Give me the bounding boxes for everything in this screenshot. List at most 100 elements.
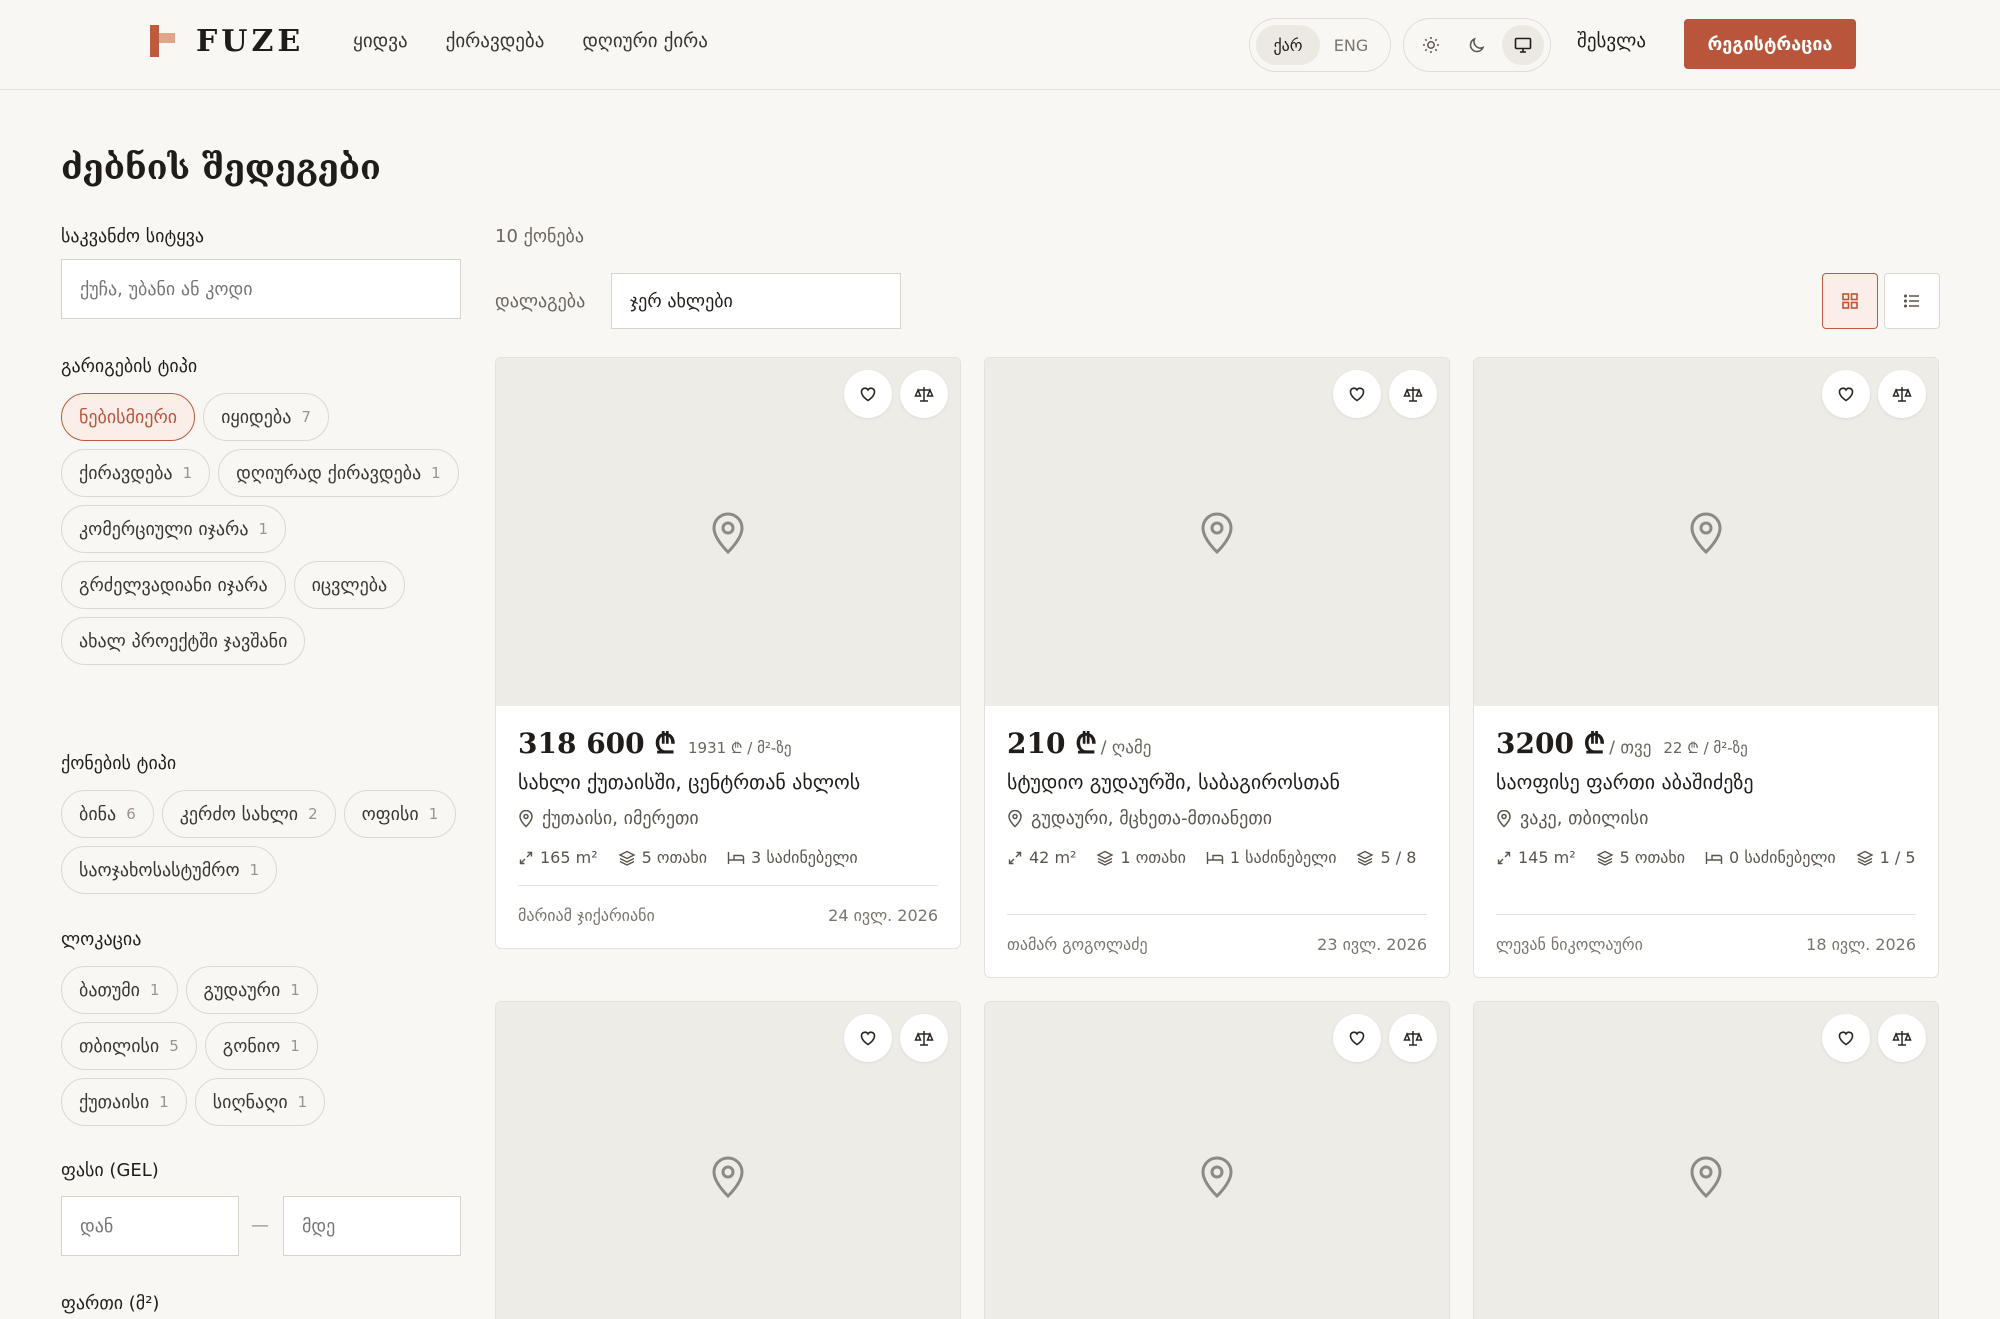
heart-icon xyxy=(1838,387,1854,402)
deal-chip-rent[interactable]: ქირავდება 1 xyxy=(61,449,211,497)
chip-label: ქირავდება xyxy=(79,462,173,484)
price-to-input[interactable] xyxy=(283,1196,461,1256)
favorite-button[interactable] xyxy=(844,370,892,418)
spec-rooms: 1 ოთახი xyxy=(1096,848,1186,867)
floors-icon xyxy=(1856,850,1874,866)
location-chip-kutaisi[interactable]: ქუთაისი 1 xyxy=(61,1078,187,1126)
spec-area: 42 m² xyxy=(1007,848,1076,867)
page-title: ძებნის შედეგები xyxy=(61,148,381,188)
deal-chip-new-project[interactable]: ახალ პროექტში ჯავშანი xyxy=(61,617,306,665)
property-card[interactable] xyxy=(495,1001,961,1319)
spec-floor: 1 / 5 xyxy=(1856,848,1916,867)
system-theme-button[interactable] xyxy=(1502,25,1544,65)
deal-type-label: გარიგების ტიპი xyxy=(61,356,198,377)
favorite-button[interactable] xyxy=(844,1014,892,1062)
property-title[interactable]: საოფისე ფართი აბაშიძეზე xyxy=(1496,770,1754,794)
nav-link-buy[interactable]: ყიდვა xyxy=(353,30,408,52)
property-photo-placeholder xyxy=(985,1002,1449,1319)
compare-button[interactable] xyxy=(1878,370,1926,418)
property-card[interactable]: 210 ₾ / ღამე სტუდიო გუდაურში, საბაგიროსთ… xyxy=(984,357,1450,978)
location-chip-batumi[interactable]: ბათუმი 1 xyxy=(61,966,178,1014)
location-chip-gonio[interactable]: გონიო 1 xyxy=(204,1022,318,1070)
spec-rooms-value: 1 ოთახი xyxy=(1120,848,1186,867)
lang-button-ka[interactable]: ქარ xyxy=(1256,25,1320,65)
deal-chip-sale[interactable]: იყიდება 7 xyxy=(203,393,329,441)
deal-chip-daily-rent[interactable]: დღიურად ქირავდება 1 xyxy=(218,449,459,497)
agent-name: ლევან ნიკოლაური xyxy=(1496,935,1643,954)
favorite-button[interactable] xyxy=(1822,370,1870,418)
compare-button[interactable] xyxy=(900,1014,948,1062)
property-title[interactable]: სტუდიო გუდაურში, საბაგიროსთან xyxy=(1007,770,1340,794)
chip-label: კერძო სახლი xyxy=(179,803,299,825)
chip-count: 1 xyxy=(297,1093,308,1111)
favorite-button[interactable] xyxy=(1333,1014,1381,1062)
property-photo-placeholder xyxy=(496,358,960,706)
login-link[interactable]: შესვლა xyxy=(1577,30,1646,52)
layers-icon xyxy=(618,850,636,866)
compare-button[interactable] xyxy=(900,370,948,418)
deal-chip-any[interactable]: ნებისმიერი xyxy=(61,393,196,441)
grid-view-button[interactable] xyxy=(1822,273,1878,329)
keyword-search-input[interactable] xyxy=(61,259,461,319)
property-type-label: ქონების ტიპი xyxy=(61,753,177,774)
favorite-button[interactable] xyxy=(1333,370,1381,418)
property-chip-office[interactable]: ოფისი 1 xyxy=(343,790,457,838)
bed-icon xyxy=(727,851,745,864)
price-from-input[interactable] xyxy=(61,1196,239,1256)
property-card[interactable] xyxy=(1473,1001,1939,1319)
map-pin-icon xyxy=(1690,512,1722,555)
property-card[interactable]: 3200 ₾ / თვე 22 ₾ / მ²-ზე საოფისე ფართი … xyxy=(1473,357,1939,978)
location-label: ლოკაცია xyxy=(61,929,142,950)
favorite-button[interactable] xyxy=(1822,1014,1870,1062)
deal-chip-exchange[interactable]: იცვლება xyxy=(293,561,406,609)
bed-icon xyxy=(1206,851,1224,864)
spec-bedrooms-value: 1 საძინებელი xyxy=(1229,848,1337,867)
location-chip-sighnaghi[interactable]: სიღნაღი 1 xyxy=(194,1078,326,1126)
dark-theme-button[interactable] xyxy=(1456,25,1498,65)
property-specs: 145 m² 5 ოთახი 0 საძინებელი 1 / 5 xyxy=(1496,848,1926,867)
chip-label: სიღნაღი xyxy=(212,1091,288,1113)
nav-link-daily-rent[interactable]: დღიური ქირა xyxy=(582,30,708,52)
deal-type-chips: ნებისმიერი იყიდება 7 ქირავდება 1 დღიურად ქ… xyxy=(61,393,461,665)
logo[interactable]: FUZE xyxy=(150,24,304,59)
price-per-sqm: 22 ₾ / მ²-ზე xyxy=(1663,739,1748,757)
expand-icon xyxy=(519,851,533,864)
lang-button-en[interactable]: ENG xyxy=(1320,25,1382,65)
chip-count: 5 xyxy=(169,1037,179,1055)
nav-link-rent[interactable]: ქირავდება xyxy=(446,30,545,52)
location-chip-gudauri[interactable]: გუდაური 1 xyxy=(185,966,318,1014)
deal-chip-commercial-lease[interactable]: კომერციული იჯარა 1 xyxy=(61,505,287,553)
chip-label: კომერციული იჯარა xyxy=(79,518,249,540)
compare-button[interactable] xyxy=(1389,1014,1437,1062)
chip-count: 1 xyxy=(290,1037,300,1055)
agent-name: თამარ გოგოლაძე xyxy=(1007,935,1148,954)
area-label: ფართი (მ²) xyxy=(61,1293,160,1314)
property-specs: 42 m² 1 ოთახი 1 საძინებელი 5 / 8 xyxy=(1007,848,1437,867)
spec-floor-value: 5 / 8 xyxy=(1380,848,1417,867)
property-specs: 165 m² 5 ოთახი 3 საძინებელი xyxy=(518,848,948,867)
property-location: ქუთაისი, იმერეთი xyxy=(518,808,699,829)
chip-count: 1 xyxy=(431,464,441,482)
chip-count: 1 xyxy=(182,464,193,482)
property-card[interactable] xyxy=(984,1001,1450,1319)
property-chip-apartment[interactable]: ბინა 6 xyxy=(61,790,154,838)
card-divider xyxy=(1007,914,1427,915)
compare-button[interactable] xyxy=(1878,1014,1926,1062)
property-title[interactable]: სახლი ქუთაისში, ცენტრთან ახლოს xyxy=(518,770,860,794)
property-card[interactable]: 318 600 ₾ 1931 ₾ / მ²-ზე სახლი ქუთაისში,… xyxy=(495,357,961,949)
list-icon xyxy=(1903,294,1919,308)
location-chip-tbilisi[interactable]: თბილისი 5 xyxy=(61,1022,197,1070)
listing-date: 24 ივლ. 2026 xyxy=(828,906,938,925)
property-chip-house[interactable]: კერძო სახლი 2 xyxy=(161,790,336,838)
deal-chip-long-lease[interactable]: გრძელვადიანი იჯარა xyxy=(61,561,286,609)
sort-select[interactable]: ჯერ ახლები xyxy=(611,273,901,329)
spec-area-value: 165 m² xyxy=(540,848,598,867)
compare-button[interactable] xyxy=(1389,370,1437,418)
register-button[interactable]: რეგისტრაცია xyxy=(1684,19,1856,69)
property-chip-hotel[interactable]: საოჯახო სასტუმრო 1 xyxy=(61,846,278,894)
location-text: გუდაური, მცხეთა-მთიანეთი xyxy=(1031,808,1273,829)
chip-count: 1 xyxy=(150,981,160,999)
list-view-button[interactable] xyxy=(1884,273,1940,329)
light-theme-button[interactable] xyxy=(1410,25,1452,65)
property-photo-placeholder xyxy=(1474,1002,1938,1319)
